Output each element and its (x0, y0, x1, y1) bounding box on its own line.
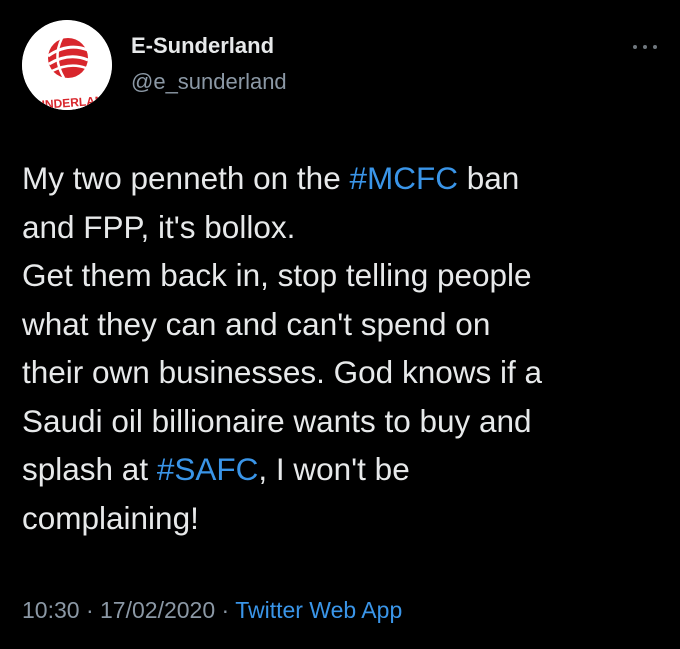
tweet-date[interactable]: 17/02/2020 (100, 597, 215, 623)
source-app-link[interactable]: Twitter Web App (235, 597, 402, 623)
meta-separator: · (85, 597, 94, 623)
meta-separator: · (221, 597, 230, 623)
tweet-line: what they can and can't spend on (22, 300, 662, 349)
sunderland-logo-icon: SUNDERLAND (22, 20, 112, 110)
text-segment: , I won't be (258, 451, 410, 487)
tweet-line: and FPP, it's bollox. (22, 203, 662, 252)
tweet-line: My two penneth on the #MCFC ban (22, 154, 662, 203)
text-segment: Get them back in, stop telling people (22, 257, 532, 293)
more-options-button[interactable] (633, 42, 657, 52)
tweet-time[interactable]: 10:30 (22, 597, 80, 623)
text-segment: Saudi oil billionaire wants to buy and (22, 402, 532, 439)
text-segment: what they can and can't spend on (22, 305, 491, 342)
user-handle[interactable]: @e_sunderland (131, 69, 287, 95)
text-segment: complaining! (22, 499, 199, 536)
tweet-line: complaining! (22, 494, 662, 543)
display-name[interactable]: E-Sunderland (131, 33, 274, 59)
tweet-line: Get them back in, stop telling people (22, 251, 662, 300)
hashtag-link[interactable]: #MCFC (349, 160, 458, 196)
tweet: SUNDERLAND E-Sunderland @e_sunderland My… (0, 0, 680, 649)
avatar[interactable]: SUNDERLAND (22, 20, 112, 110)
hashtag-link[interactable]: #SAFC (157, 451, 259, 487)
text-segment: splash at (22, 451, 157, 487)
tweet-line: Saudi oil billionaire wants to buy and (22, 397, 662, 446)
text-segment: their own businesses. God knows if a (22, 354, 543, 390)
text-segment: and FPP, it's bollox. (22, 208, 296, 245)
ellipsis-icon (643, 45, 647, 49)
tweet-line: splash at #SAFC, I won't be (22, 445, 662, 494)
text-segment: My two penneth on the (22, 160, 350, 196)
ellipsis-icon (653, 45, 657, 49)
tweet-line: their own businesses. God knows if a (22, 348, 662, 397)
ellipsis-icon (633, 45, 637, 49)
tweet-meta: 10:30 · 17/02/2020 · Twitter Web App (22, 597, 402, 624)
tweet-text: My two penneth on the #MCFC ban and FPP,… (22, 154, 662, 542)
text-segment: ban (457, 160, 520, 196)
